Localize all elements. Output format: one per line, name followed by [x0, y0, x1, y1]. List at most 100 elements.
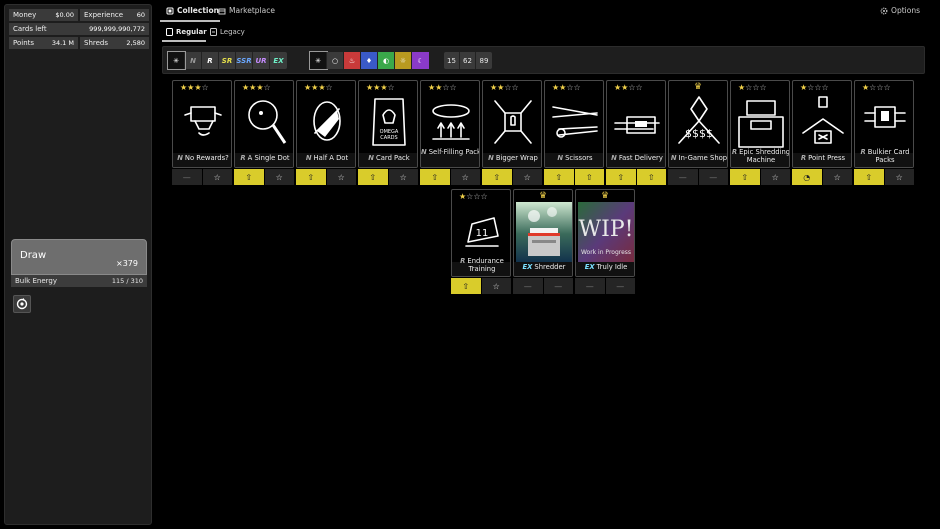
- favorite-button[interactable]: ☆: [512, 169, 542, 185]
- rarity-filter-all[interactable]: ✳: [167, 51, 186, 70]
- upgrade-button[interactable]: ⇧: [854, 169, 884, 185]
- card-name: Bulkier Card Packs: [867, 148, 910, 164]
- count-filter-62[interactable]: 62: [460, 52, 476, 69]
- card-face[interactable]: ★☆☆☆ R Epic Shredding Machine: [730, 80, 790, 168]
- card-face[interactable]: ♛ EX Shredder: [513, 189, 573, 277]
- card-face[interactable]: ★☆☆☆ R Point Press: [792, 80, 852, 168]
- card-face[interactable]: ★★☆☆ N Self-Filling Pack: [420, 80, 480, 168]
- draw-button[interactable]: Draw ×379: [11, 239, 147, 275]
- card-face[interactable]: ★★★☆ N No Rewards?: [172, 80, 232, 168]
- card-art: 11: [458, 202, 506, 260]
- card-face[interactable]: ★☆☆☆ R Bulkier Card Packs: [854, 80, 914, 168]
- card-fast-delivery[interactable]: ★★☆☆ N Fast Delivery ⇧ ⇧: [606, 80, 666, 186]
- card-art: [241, 93, 289, 151]
- card-actions: ◔ ☆: [792, 169, 852, 185]
- rarity-filter-ssr[interactable]: SSR: [236, 52, 253, 69]
- upgrade-button[interactable]: ⇧: [482, 169, 512, 185]
- upgrade-button[interactable]: ⇧: [296, 169, 326, 185]
- card-actions: ⇧ ☆: [234, 169, 294, 185]
- card-face[interactable]: ♛ WIP! Work in Progress EX Truly Idle: [575, 189, 635, 277]
- card-bulkier-card-packs[interactable]: ★☆☆☆ R Bulkier Card Packs ⇧ ☆: [854, 80, 914, 186]
- star-empty-icon: ☆: [573, 83, 581, 92]
- favorite-button[interactable]: ☆: [202, 169, 232, 185]
- favorite-button[interactable]: ☆: [481, 278, 511, 294]
- favorite-button[interactable]: ☆: [326, 169, 356, 185]
- card-title: N Fast Delivery: [607, 154, 665, 162]
- card-self-filling-pack[interactable]: ★★☆☆ N Self-Filling Pack ⇧ ☆: [420, 80, 480, 186]
- card-face[interactable]: ★★★☆ N Half A Dot: [296, 80, 356, 168]
- shredder-art: [516, 202, 572, 266]
- favorite-button[interactable]: ☆: [822, 169, 852, 185]
- element-filter-sun[interactable]: ☼: [395, 52, 412, 69]
- star-empty-icon: ☆: [566, 83, 574, 92]
- card-actions: ⇧ ☆: [296, 169, 356, 185]
- tab-marketplace[interactable]: Marketplace: [218, 6, 275, 15]
- element-filter-water[interactable]: ♦: [361, 52, 378, 69]
- auto-draw-toggle[interactable]: [13, 295, 31, 313]
- favorite-button[interactable]: ☆: [388, 169, 418, 185]
- card-face[interactable]: ★★☆☆ N Bigger Wrap: [482, 80, 542, 168]
- card-face[interactable]: ★★☆☆ N Fast Delivery: [606, 80, 666, 168]
- nature-icon: ◐: [382, 56, 390, 65]
- upgrade-button[interactable]: ⇧: [358, 169, 388, 185]
- draw-count: ×379: [116, 259, 138, 268]
- upgrade-button[interactable]: ⇧: [544, 169, 574, 185]
- star-empty-icon: ☆: [821, 83, 829, 92]
- sun-icon: ☼: [399, 56, 407, 65]
- card-rarity: N: [177, 154, 183, 162]
- card-truly-idle[interactable]: ♛ WIP! Work in Progress EX Truly Idle — —: [575, 189, 635, 295]
- tab-collection[interactable]: Collection: [166, 6, 219, 15]
- card-card-pack[interactable]: ★★★☆ OMEGA CARDS N Card Pack ⇧ ☆: [358, 80, 418, 186]
- count-filter-89[interactable]: 89: [476, 52, 492, 69]
- card-point-press[interactable]: ★☆☆☆ R Point Press ◔ ☆: [792, 80, 852, 186]
- card-in-game-shop[interactable]: ♛ $$$$ N In-Game Shop — —: [668, 80, 728, 186]
- card-title: R Bulkier Card Packs: [855, 148, 913, 164]
- card-a-single-dot[interactable]: ★★★☆ R A Single Dot ⇧ ☆: [234, 80, 294, 186]
- element-filter-fire[interactable]: ♨: [344, 52, 361, 69]
- card-shredder[interactable]: ♛ EX Shredder — —: [513, 189, 573, 295]
- element-filter-neutral[interactable]: ○: [327, 52, 344, 69]
- upgrade-button[interactable]: ⇧: [606, 169, 636, 185]
- tab-legacy[interactable]: Legacy: [210, 28, 245, 36]
- card-face[interactable]: ★★★☆ OMEGA CARDS N Card Pack: [358, 80, 418, 168]
- favorite-button[interactable]: ☆: [264, 169, 294, 185]
- card-title: N In-Game Shop: [669, 154, 727, 162]
- star-empty-icon: ☆: [473, 192, 481, 201]
- card-face[interactable]: ★★★☆ R A Single Dot: [234, 80, 294, 168]
- favorite-button[interactable]: ☆: [760, 169, 790, 185]
- card-scissors[interactable]: ★★☆☆ N Scissors ⇧ ⇧: [544, 80, 604, 186]
- upgrade-unavailable: —: [513, 278, 543, 294]
- rarity-filter-n[interactable]: N: [185, 52, 202, 69]
- tab-regular[interactable]: Regular: [166, 28, 207, 36]
- upgrade-unavailable: —: [575, 278, 605, 294]
- rarity-filter-sr[interactable]: SR: [219, 52, 236, 69]
- card-face[interactable]: ★☆☆☆ 11 R Endurance Training: [451, 189, 511, 277]
- upgrade-button[interactable]: ⇧: [574, 169, 604, 185]
- upgrade-button[interactable]: ⇧: [234, 169, 264, 185]
- options-button[interactable]: Options: [880, 6, 920, 15]
- card-endurance-training[interactable]: ★☆☆☆ 11 R Endurance Training ⇧ ☆: [451, 189, 511, 295]
- rarity-filter-ex[interactable]: EX: [270, 52, 287, 69]
- favorite-button[interactable]: ☆: [884, 169, 914, 185]
- card-epic-shredding-machine[interactable]: ★☆☆☆ R Epic Shredding Machine ⇧ ☆: [730, 80, 790, 186]
- upgrade-button[interactable]: ⇧: [451, 278, 481, 294]
- element-filter-nature[interactable]: ◐: [378, 52, 395, 69]
- card-half-a-dot[interactable]: ★★★☆ N Half A Dot ⇧ ☆: [296, 80, 356, 186]
- card-rarity: R: [240, 154, 246, 162]
- upgrade-button[interactable]: ◔: [792, 169, 822, 185]
- element-filter-all[interactable]: ✳: [309, 51, 328, 70]
- upgrade-button[interactable]: ⇧: [730, 169, 760, 185]
- rarity-filter-r[interactable]: R: [202, 52, 219, 69]
- favorite-button[interactable]: ☆: [450, 169, 480, 185]
- shreds-value: 2,580: [126, 39, 145, 47]
- card-face[interactable]: ♛ $$$$ N In-Game Shop: [668, 80, 728, 168]
- count-filter-group: 15 62 89: [444, 52, 492, 69]
- upgrade-button[interactable]: ⇧: [636, 169, 666, 185]
- rarity-filter-ur[interactable]: UR: [253, 52, 270, 69]
- card-bigger-wrap[interactable]: ★★☆☆ N Bigger Wrap ⇧ ☆: [482, 80, 542, 186]
- card-face[interactable]: ★★☆☆ N Scissors: [544, 80, 604, 168]
- upgrade-button[interactable]: ⇧: [420, 169, 450, 185]
- card-no-rewards[interactable]: ★★★☆ N No Rewards? — ☆: [172, 80, 232, 186]
- element-filter-moon[interactable]: ☾: [412, 52, 429, 69]
- count-filter-15[interactable]: 15: [444, 52, 460, 69]
